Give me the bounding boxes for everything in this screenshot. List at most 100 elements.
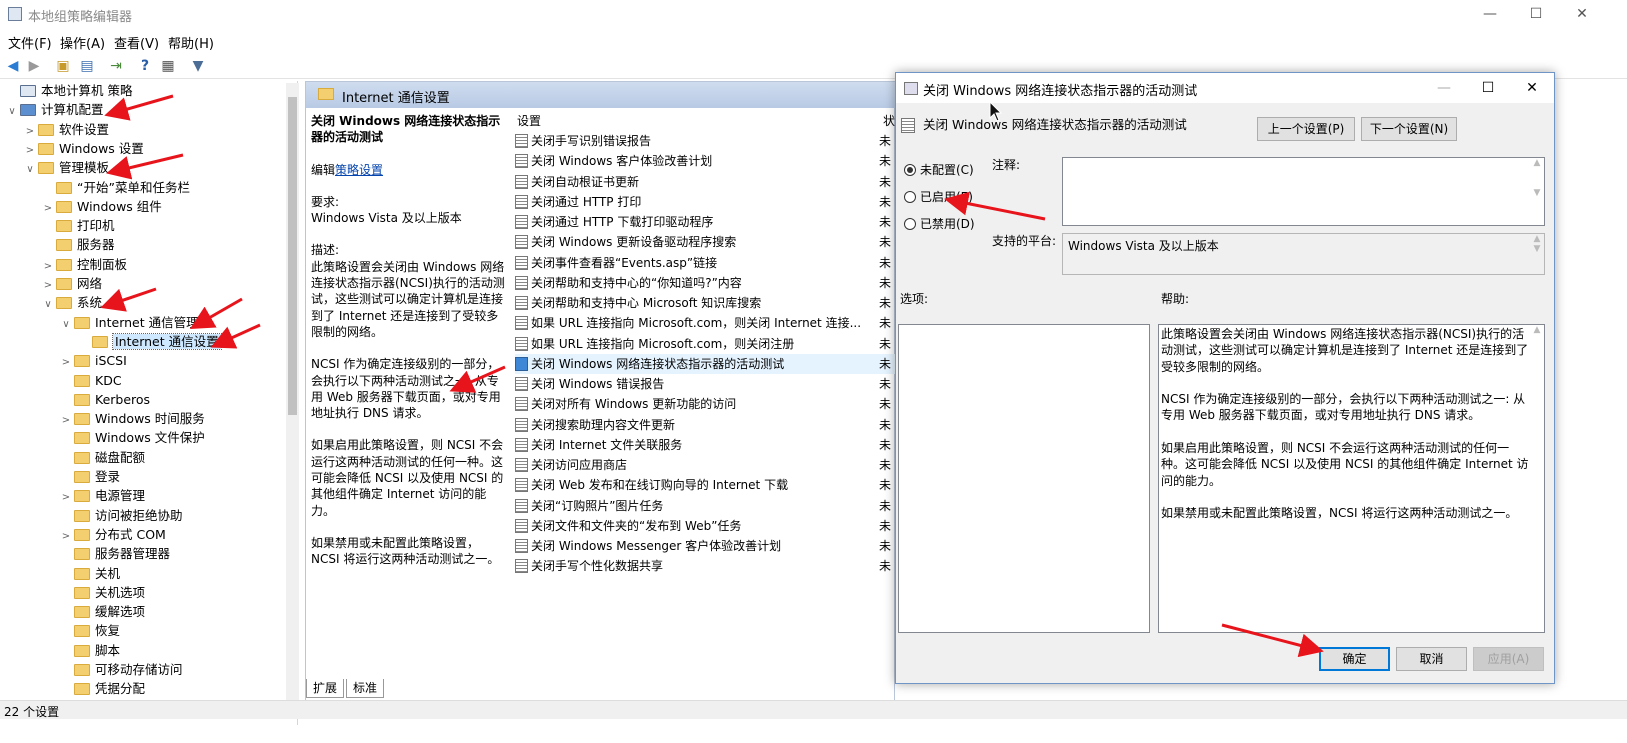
comment-textarea[interactable]: ▲ ▼ (1062, 157, 1545, 226)
tree-node[interactable]: > 网络 (40, 274, 102, 293)
tree-node[interactable]: Windows 文件保护 (58, 428, 205, 447)
tree-node[interactable]: 本地计算机 策略 (4, 81, 132, 100)
help-icon[interactable]: ? (135, 56, 155, 76)
tree-node[interactable]: 恢复 (58, 621, 120, 640)
tree-node[interactable]: 关机 (58, 564, 120, 583)
menu-view[interactable]: 查看(V) (114, 33, 159, 52)
setting-row[interactable]: 关闭事件查看器“Events.asp”链接 未 (515, 253, 895, 273)
setting-row[interactable]: 如果 URL 连接指向 Microsoft.com，则关闭注册 未 (515, 334, 895, 354)
chevron-right-icon[interactable]: > (40, 257, 56, 276)
tree-node[interactable]: 登录 (58, 467, 120, 486)
filter-icon[interactable]: ▼ (188, 56, 208, 76)
forward-icon[interactable]: ▶ (24, 56, 44, 76)
tree-node[interactable]: > 软件设置 (22, 120, 109, 139)
export-list-icon[interactable]: ⇥ (106, 56, 126, 76)
help-scrollbar[interactable]: ▲ (1530, 325, 1544, 632)
setting-row[interactable]: 关闭帮助和支持中心的“你知道吗?”内容 未 (515, 273, 895, 293)
setting-row[interactable]: 关闭 Internet 文件关联服务 未 (515, 435, 895, 455)
back-icon[interactable]: ◀ (3, 56, 23, 76)
tree-node[interactable]: > Windows 设置 (22, 139, 144, 158)
dialog-close-button[interactable]: ✕ (1510, 73, 1554, 103)
tree-node[interactable]: ∨ Internet 通信管理 (58, 313, 198, 334)
chevron-right-icon[interactable]: > (58, 488, 74, 507)
tree-scrollbar[interactable] (286, 83, 299, 711)
tree-node[interactable]: 服务器 (40, 235, 115, 254)
menu-help[interactable]: 帮助(H) (168, 33, 214, 52)
chevron-down-icon[interactable]: ∨ (40, 295, 56, 314)
menu-action[interactable]: 操作(A) (60, 33, 105, 52)
edit-policy-link[interactable]: 策略设置 (335, 163, 383, 177)
setting-row[interactable]: 关闭 Windows 错误报告 未 (515, 374, 895, 394)
chevron-right-icon[interactable]: > (58, 353, 74, 372)
tree-node[interactable]: > 控制面板 (40, 255, 127, 274)
tree-node[interactable]: > 电源管理 (58, 486, 145, 505)
column-setting[interactable]: 设置 (517, 114, 541, 128)
chevron-down-icon[interactable]: ∨ (22, 160, 38, 179)
ok-button[interactable]: 确定 (1319, 647, 1390, 671)
dialog-maximize-button[interactable]: ☐ (1466, 73, 1510, 103)
setting-row[interactable]: 关闭通过 HTTP 打印 未 (515, 192, 895, 212)
setting-row[interactable]: 关闭 Windows 客户体验改善计划 未 (515, 151, 895, 171)
tree-node[interactable]: > Windows 组件 (40, 197, 162, 216)
tree-node[interactable]: Kerberos (58, 390, 150, 409)
tree-node[interactable]: 关机选项 (58, 583, 145, 602)
radio-disabled[interactable]: 已禁用(D) (904, 215, 975, 232)
close-button[interactable]: ✕ (1559, 0, 1605, 29)
cancel-button[interactable]: 取消 (1396, 647, 1467, 671)
chevron-right-icon[interactable]: > (58, 527, 74, 546)
tree-node[interactable]: “开始”菜单和任务栏 (40, 178, 190, 197)
chevron-right-icon[interactable]: > (22, 141, 38, 160)
tree-node[interactable]: 脚本 (58, 641, 120, 660)
setting-row[interactable]: 关闭 Windows Messenger 客户体验改善计划 未 (515, 536, 895, 556)
tree-node[interactable]: 可移动存储访问 (58, 660, 183, 679)
setting-row[interactable]: 关闭对所有 Windows 更新功能的访问 未 (515, 394, 895, 414)
tree-node[interactable]: > Windows 时间服务 (58, 409, 205, 428)
show-hide-tree-icon[interactable]: ▤ (77, 56, 97, 76)
tree-scrollbar-thumb[interactable] (288, 97, 297, 415)
chevron-right-icon[interactable]: > (58, 411, 74, 430)
setting-row[interactable]: 关闭搜索助理内容文件更新 未 (515, 415, 895, 435)
setting-row[interactable]: 关闭访问应用商店 未 (515, 455, 895, 475)
chevron-down-icon[interactable]: ∨ (58, 315, 74, 334)
tree-node[interactable]: ∨ 管理模板 (22, 158, 109, 177)
setting-row[interactable]: 关闭通过 HTTP 下载打印驱动程序 未 (515, 212, 895, 232)
radio-not-configured[interactable]: 未配置(C) (904, 161, 974, 178)
tree-node[interactable]: KDC (58, 371, 122, 390)
tree-node[interactable]: 打印机 (40, 216, 115, 235)
tree-node[interactable]: 磁盘配额 (58, 448, 145, 467)
setting-row[interactable]: 关闭手写个性化数据共享 未 (515, 556, 895, 576)
properties-icon[interactable]: ▦ (158, 56, 178, 76)
platform-scrollbar[interactable]: ▲ ▼ (1530, 234, 1544, 274)
up-folder-icon[interactable]: ▣ (53, 56, 73, 76)
tab-extended[interactable]: 扩展 (306, 679, 345, 698)
column-state[interactable]: 状 (883, 112, 895, 129)
tree-node[interactable]: 缓解选项 (58, 602, 145, 621)
previous-setting-button[interactable]: 上一个设置(P) (1257, 117, 1355, 141)
next-setting-button[interactable]: 下一个设置(N) (1361, 117, 1457, 141)
apply-button[interactable]: 应用(A) (1473, 647, 1544, 671)
setting-row[interactable]: 关闭文件和文件夹的“发布到 Web”任务 未 (515, 516, 895, 536)
setting-row[interactable]: 如果 URL 连接指向 Microsoft.com，则关闭 Internet 连… (515, 313, 895, 333)
setting-row[interactable]: 关闭帮助和支持中心 Microsoft 知识库搜索 未 (515, 293, 895, 313)
dialog-minimize-button[interactable]: — (1422, 73, 1466, 103)
chevron-right-icon[interactable]: > (22, 122, 38, 141)
setting-row[interactable]: 关闭 Windows 网络连接状态指示器的活动测试 未 (515, 353, 895, 374)
tree-node[interactable]: Internet 通信设置 (76, 332, 222, 351)
tab-standard[interactable]: 标准 (346, 679, 385, 698)
maximize-button[interactable]: ☐ (1513, 0, 1559, 29)
minimize-button[interactable]: — (1467, 0, 1513, 29)
setting-row[interactable]: 关闭自动根证书更新 未 (515, 172, 895, 192)
setting-row[interactable]: 关闭“订购照片”图片任务 未 (515, 496, 895, 516)
chevron-down-icon[interactable]: ∨ (4, 102, 20, 121)
tree-node[interactable]: ∨ 系统 (40, 293, 102, 312)
setting-row[interactable]: 关闭手写识别错误报告 未 (515, 131, 895, 151)
menu-file[interactable]: 文件(F) (8, 33, 52, 52)
comment-scrollbar[interactable]: ▲ ▼ (1530, 158, 1544, 225)
tree-node[interactable]: 凭据分配 (58, 679, 145, 698)
tree-node[interactable]: 访问被拒绝协助 (58, 506, 183, 525)
chevron-right-icon[interactable]: > (40, 199, 56, 218)
tree-node[interactable]: > iSCSI (58, 351, 127, 370)
tree-node[interactable]: 服务器管理器 (58, 544, 170, 563)
tree-node[interactable]: > 分布式 COM (58, 525, 166, 544)
chevron-right-icon[interactable]: > (40, 276, 56, 295)
